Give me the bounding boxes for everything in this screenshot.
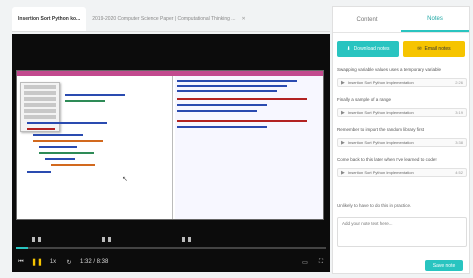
note-input[interactable]	[337, 217, 467, 247]
note-text: Finally a sample of a range	[337, 97, 392, 102]
chapter-markers	[182, 237, 191, 242]
video-icon: ▶	[341, 139, 345, 146]
tab-label: 2019-2020 Computer Science Paper | Compu…	[92, 15, 236, 22]
close-icon[interactable]: ✕	[241, 16, 245, 22]
note-source-link[interactable]: ▶ Insertion Sort Python Implementation 4…	[337, 168, 467, 177]
download-icon: ⬇	[346, 46, 351, 52]
captions-icon[interactable]: ▭	[300, 257, 310, 267]
email-notes-button[interactable]: ✉ Email notes	[403, 41, 465, 57]
tab-label: Insertion Sort Python ko...	[18, 15, 81, 22]
note-text: Remember to import the random library fi…	[337, 127, 425, 132]
download-notes-button[interactable]: ⬇ Download notes	[337, 41, 399, 57]
email-icon: ✉	[417, 46, 422, 52]
list-item: Swapping variable values uses a temporar…	[337, 67, 467, 87]
note-source: Insertion Sort Python Implementation	[347, 170, 414, 175]
note-source: Insertion Sort Python Implementation	[347, 140, 414, 145]
note-time: 3:19	[455, 110, 463, 115]
note-time: 4:52	[455, 170, 463, 175]
tab-notes[interactable]: Notes	[401, 7, 469, 32]
context-menu	[20, 82, 60, 132]
replay-icon[interactable]: ↻	[64, 257, 74, 267]
notes-list: Swapping variable values uses a temporar…	[337, 67, 467, 187]
tab-content[interactable]: Content	[333, 7, 401, 32]
speed-button[interactable]: 1x	[48, 257, 58, 267]
download-label: Download notes	[353, 46, 390, 52]
email-label: Email notes	[424, 46, 451, 52]
note-source-link[interactable]: ▶ Insertion Sort Python Implementation 2…	[337, 78, 467, 87]
player-controls: ⏮ ❚❚ 1x ↻ 1:32 / 8:38 ▭ ⛶	[16, 256, 326, 268]
note-time: 2:26	[455, 80, 463, 85]
note-source-link[interactable]: ▶ Insertion Sort Python Implementation 3…	[337, 108, 467, 117]
video-player[interactable]: ↖ ⏮ ❚❚ 1x ↻ 1:32 / 8:38 ▭ ⛶	[12, 34, 330, 272]
rewind-icon[interactable]: ⏮	[16, 257, 26, 267]
note-time: 3:38	[455, 140, 463, 145]
note-source: Insertion Sort Python Implementation	[347, 80, 414, 85]
chapter-markers	[32, 237, 41, 242]
app: Insertion Sort Python ko... 2019-2020 Co…	[0, 0, 473, 278]
video-frame	[16, 70, 324, 220]
code-editor-pane	[17, 76, 173, 219]
list-item: Come back to this later when I've learne…	[337, 157, 467, 177]
note-text: Come back to this later when I've learne…	[337, 157, 437, 162]
tab-insertion-sort[interactable]: Insertion Sort Python ko...	[12, 6, 87, 31]
list-item: Finally a sample of a range ▶ Insertion …	[337, 97, 467, 117]
fullscreen-icon[interactable]: ⛶	[316, 257, 326, 267]
chapter-markers	[102, 237, 111, 242]
note-source-link[interactable]: ▶ Insertion Sort Python Implementation 3…	[337, 138, 467, 147]
list-item: Remember to import the random library fi…	[337, 127, 467, 147]
video-icon: ▶	[341, 109, 345, 116]
side-panel: Content Notes ⬇ Download notes ✉ Email n…	[332, 6, 470, 274]
video-icon: ▶	[341, 79, 345, 86]
browser-tab-bar: Insertion Sort Python ko... 2019-2020 Co…	[12, 6, 330, 32]
video-icon: ▶	[341, 169, 345, 176]
save-note-button[interactable]: Save note	[425, 260, 463, 271]
note-actions: ⬇ Download notes ✉ Email notes	[333, 33, 469, 57]
tab-cs-paper[interactable]: 2019-2020 Computer Science Paper | Compu…	[86, 7, 251, 31]
panel-tabs: Content Notes	[333, 7, 469, 33]
progress-bar[interactable]	[16, 247, 326, 249]
note-source: Insertion Sort Python Implementation	[347, 110, 414, 115]
pause-icon[interactable]: ❚❚	[31, 257, 43, 267]
python-shell-pane	[175, 76, 323, 219]
mouse-cursor-icon: ↖	[122, 176, 128, 183]
note-text: Swapping variable values uses a temporar…	[337, 67, 442, 72]
time-readout: 1:32 / 8:38	[80, 259, 109, 265]
progress-fill	[16, 247, 29, 249]
note-prompt: Unlikely to have to do this in practice.	[337, 203, 412, 208]
